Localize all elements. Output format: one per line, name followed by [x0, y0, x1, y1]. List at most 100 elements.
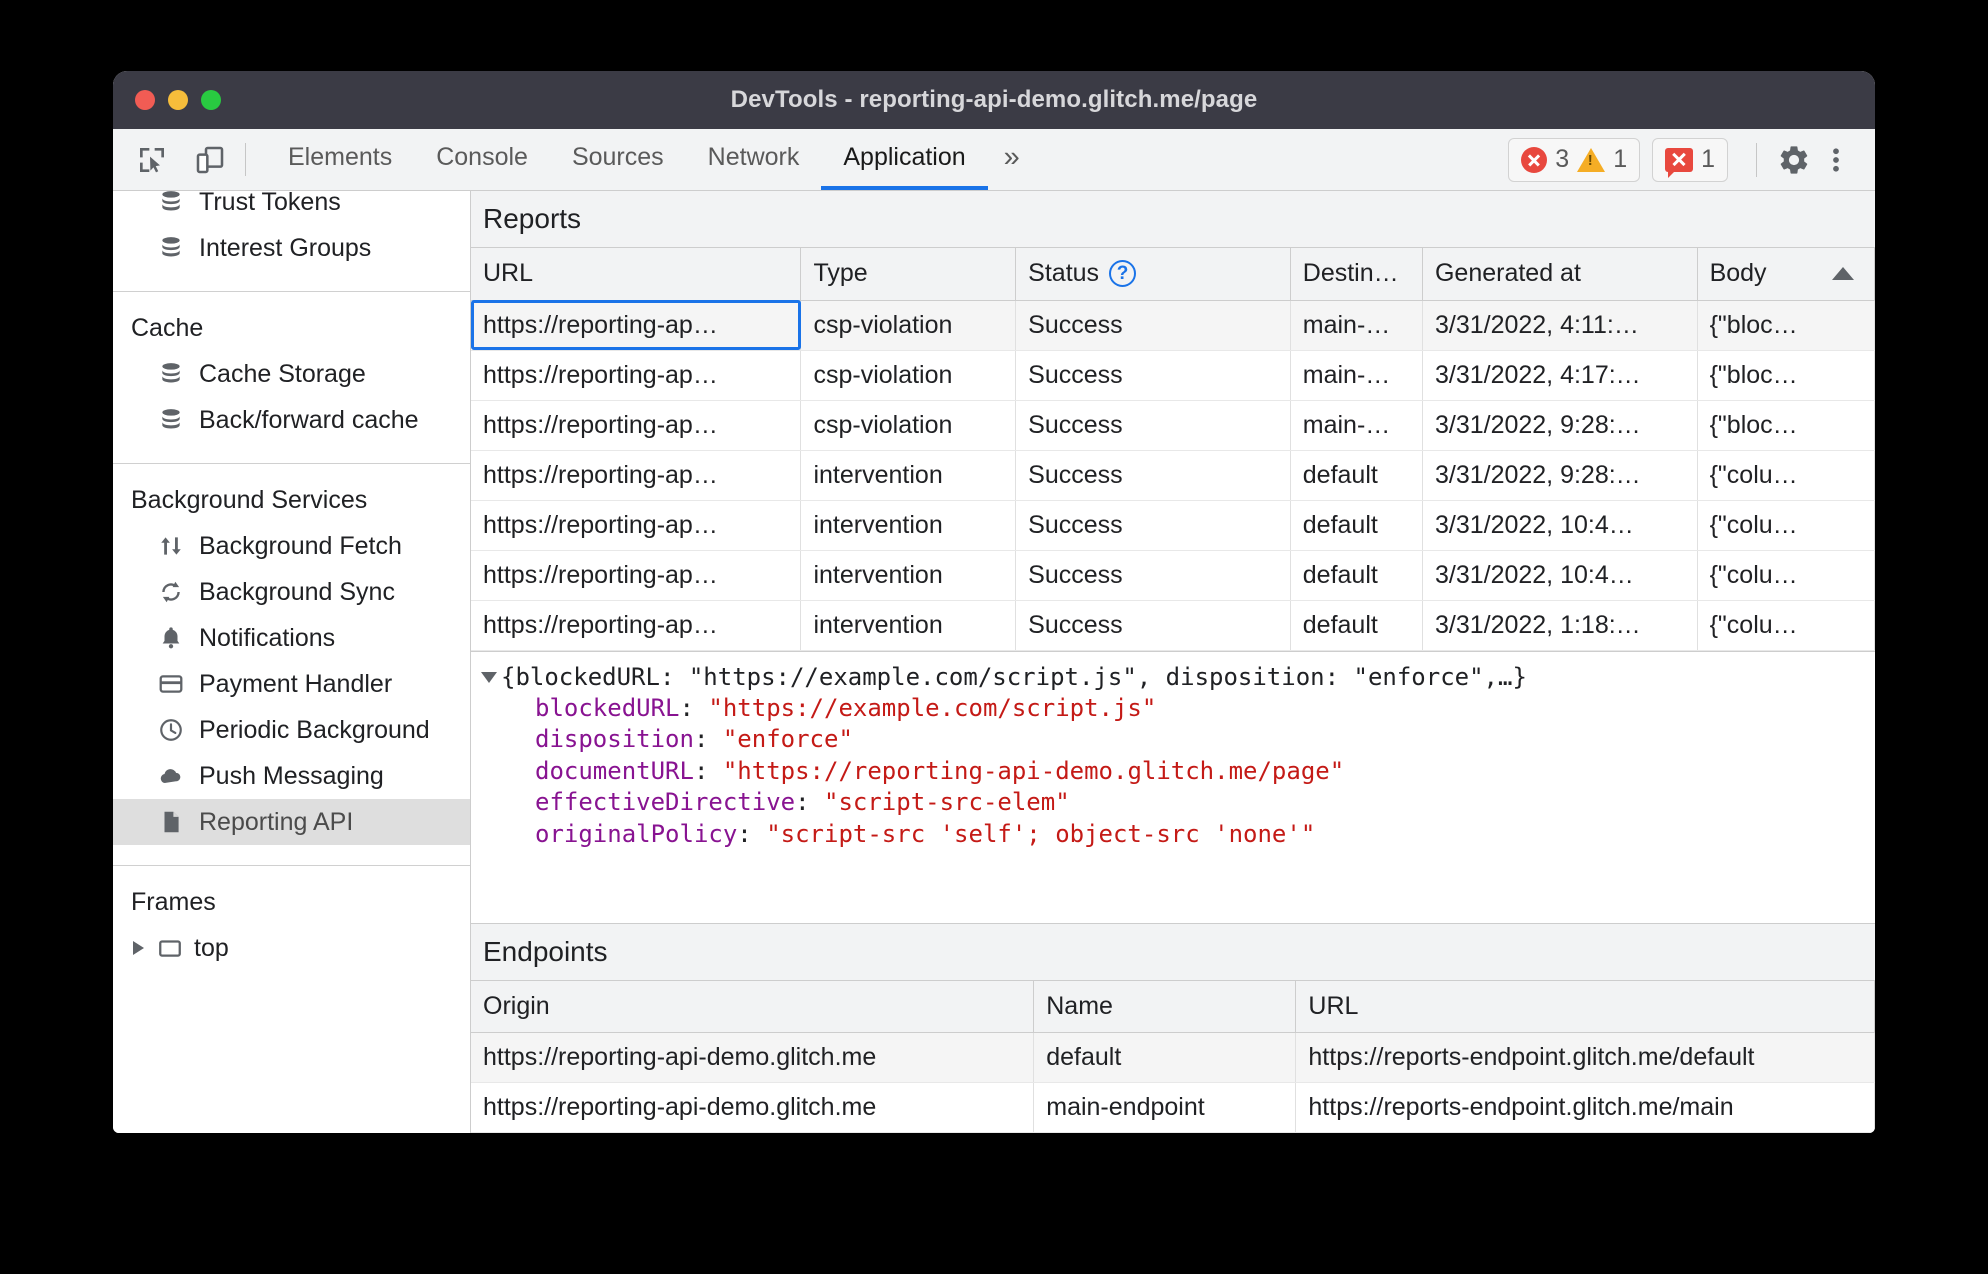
table-row[interactable]: https://reporting-ap… intervention Succe… [471, 600, 1875, 651]
column-header-destination[interactable]: Destin… [1290, 248, 1423, 301]
cell-body[interactable]: {"bloc… [1697, 300, 1875, 351]
column-header-body[interactable]: Body [1697, 248, 1875, 301]
cell-generated-at[interactable]: 3/31/2022, 9:28:… [1422, 450, 1698, 501]
cell-type[interactable]: csp-violation [800, 400, 1017, 451]
tab-sources[interactable]: Sources [550, 129, 686, 190]
sidebar-item-notifications[interactable]: Notifications [113, 615, 470, 661]
more-tabs-chevron-icon[interactable]: » [988, 129, 1036, 190]
cell-name[interactable]: default [1033, 1032, 1297, 1083]
cell-destination[interactable]: main-… [1290, 300, 1423, 351]
cell-status[interactable]: Success [1015, 600, 1291, 651]
cell-destination[interactable]: default [1290, 550, 1423, 601]
cell-url[interactable]: https://reports-endpoint.glitch.me/defau… [1295, 1032, 1875, 1083]
cell-generated-at[interactable]: 3/31/2022, 10:4… [1422, 500, 1698, 551]
cell-generated-at[interactable]: 3/31/2022, 1:18:… [1422, 600, 1698, 651]
cell-generated-at[interactable]: 3/31/2022, 9:28:… [1422, 400, 1698, 451]
inspect-cursor-icon[interactable] [131, 139, 173, 181]
cell-type[interactable]: csp-violation [800, 300, 1017, 351]
cell-destination[interactable]: default [1290, 500, 1423, 551]
cell-generated-at[interactable]: 3/31/2022, 10:4… [1422, 550, 1698, 601]
sidebar-item-background-sync[interactable]: Background Sync [113, 569, 470, 615]
column-header-type[interactable]: Type [800, 248, 1017, 301]
close-window-button[interactable] [135, 90, 155, 110]
json-summary-line[interactable]: {blockedURL: "https://example.com/script… [481, 662, 1875, 693]
sidebar-item-interest-groups[interactable]: Interest Groups [113, 225, 470, 271]
cell-url[interactable]: https://reporting-ap… [471, 350, 802, 401]
minimize-window-button[interactable] [168, 90, 188, 110]
sidebar-item-cache-storage[interactable]: Cache Storage [113, 351, 470, 397]
cell-body[interactable]: {"colu… [1697, 450, 1875, 501]
application-sidebar[interactable]: Trust Tokens Interest Groups Cache Cache… [113, 191, 471, 1133]
chevron-right-icon[interactable] [133, 941, 144, 955]
gear-icon[interactable] [1773, 139, 1815, 181]
column-header-url[interactable]: URL [1295, 980, 1875, 1033]
table-row[interactable]: https://reporting-ap… csp-violation Succ… [471, 350, 1875, 401]
sidebar-item-payment-handler[interactable]: Payment Handler [113, 661, 470, 707]
maximize-window-button[interactable] [201, 90, 221, 110]
column-header-name[interactable]: Name [1033, 980, 1297, 1033]
sidebar-item-push-messaging[interactable]: Push Messaging [113, 753, 470, 799]
cell-status[interactable]: Success [1015, 350, 1291, 401]
tab-console[interactable]: Console [414, 129, 550, 190]
column-header-generated-at[interactable]: Generated at [1422, 248, 1698, 301]
cell-origin[interactable]: https://reporting-api-demo.glitch.me [471, 1032, 1035, 1083]
endpoints-table-container[interactable]: Origin Name URL https://reporting-api-de… [471, 980, 1875, 1133]
cell-url[interactable]: https://reporting-ap… [471, 300, 802, 351]
cell-status[interactable]: Success [1015, 400, 1291, 451]
kebab-menu-icon[interactable] [1815, 139, 1857, 181]
cell-url[interactable]: https://reporting-ap… [471, 400, 802, 451]
cell-generated-at[interactable]: 3/31/2022, 4:11:… [1422, 300, 1698, 351]
cell-status[interactable]: Success [1015, 300, 1291, 351]
tab-application[interactable]: Application [821, 129, 988, 190]
cell-type[interactable]: intervention [800, 550, 1017, 601]
tab-elements[interactable]: Elements [266, 129, 414, 190]
reports-table-container[interactable]: URL Type Status ? Destin… Generated at B… [471, 248, 1875, 651]
cell-name[interactable]: main-endpoint [1033, 1082, 1297, 1133]
cell-body[interactable]: {"colu… [1697, 600, 1875, 651]
cell-url[interactable]: https://reports-endpoint.glitch.me/main [1295, 1082, 1875, 1133]
column-header-status[interactable]: Status ? [1015, 248, 1291, 301]
column-header-origin[interactable]: Origin [471, 980, 1035, 1033]
cell-url[interactable]: https://reporting-ap… [471, 550, 802, 601]
cell-url[interactable]: https://reporting-ap… [471, 450, 802, 501]
sidebar-item-background-fetch[interactable]: Background Fetch [113, 523, 470, 569]
cell-body[interactable]: {"bloc… [1697, 350, 1875, 401]
cell-body[interactable]: {"colu… [1697, 550, 1875, 601]
tab-network[interactable]: Network [686, 129, 822, 190]
cell-type[interactable]: intervention [800, 450, 1017, 501]
cell-destination[interactable]: main-… [1290, 350, 1423, 401]
cell-type[interactable]: csp-violation [800, 350, 1017, 401]
table-row[interactable]: https://reporting-api-demo.glitch.me def… [471, 1032, 1875, 1083]
table-row[interactable]: https://reporting-ap… csp-violation Succ… [471, 400, 1875, 451]
cell-status[interactable]: Success [1015, 500, 1291, 551]
cell-status[interactable]: Success [1015, 550, 1291, 601]
sidebar-item-trust-tokens[interactable]: Trust Tokens [113, 191, 470, 225]
cell-body[interactable]: {"bloc… [1697, 400, 1875, 451]
sidebar-item-top-frame[interactable]: top [113, 925, 470, 971]
help-icon[interactable]: ? [1109, 260, 1137, 288]
cell-destination[interactable]: main-… [1290, 400, 1423, 451]
table-row[interactable]: https://reporting-ap… intervention Succe… [471, 500, 1875, 551]
cell-generated-at[interactable]: 3/31/2022, 4:17:… [1422, 350, 1698, 401]
column-header-url[interactable]: URL [471, 248, 802, 301]
cell-url[interactable]: https://reporting-ap… [471, 600, 802, 651]
cell-status[interactable]: Success [1015, 450, 1291, 501]
cell-destination[interactable]: default [1290, 600, 1423, 651]
issues-counter[interactable]: 1 [1652, 137, 1728, 182]
sidebar-item-reporting-api[interactable]: Reporting API [113, 799, 470, 845]
cell-origin[interactable]: https://reporting-api-demo.glitch.me [471, 1082, 1035, 1133]
device-toolbar-icon[interactable] [189, 139, 231, 181]
sidebar-item-periodic-background[interactable]: Periodic Background [113, 707, 470, 753]
table-row[interactable]: https://reporting-ap… csp-violation Succ… [471, 300, 1875, 351]
error-warning-counter[interactable]: 3 1 [1508, 137, 1641, 182]
table-row[interactable]: https://reporting-api-demo.glitch.me mai… [471, 1082, 1875, 1133]
table-row[interactable]: https://reporting-ap… intervention Succe… [471, 450, 1875, 501]
cell-body[interactable]: {"colu… [1697, 500, 1875, 551]
triangle-down-icon[interactable] [481, 671, 497, 683]
table-row[interactable]: https://reporting-ap… intervention Succe… [471, 550, 1875, 601]
cell-destination[interactable]: default [1290, 450, 1423, 501]
sidebar-item-back-forward-cache[interactable]: Back/forward cache [113, 397, 470, 443]
cell-type[interactable]: intervention [800, 600, 1017, 651]
report-body-preview[interactable]: {blockedURL: "https://example.com/script… [471, 650, 1875, 923]
cell-url[interactable]: https://reporting-ap… [471, 500, 802, 551]
